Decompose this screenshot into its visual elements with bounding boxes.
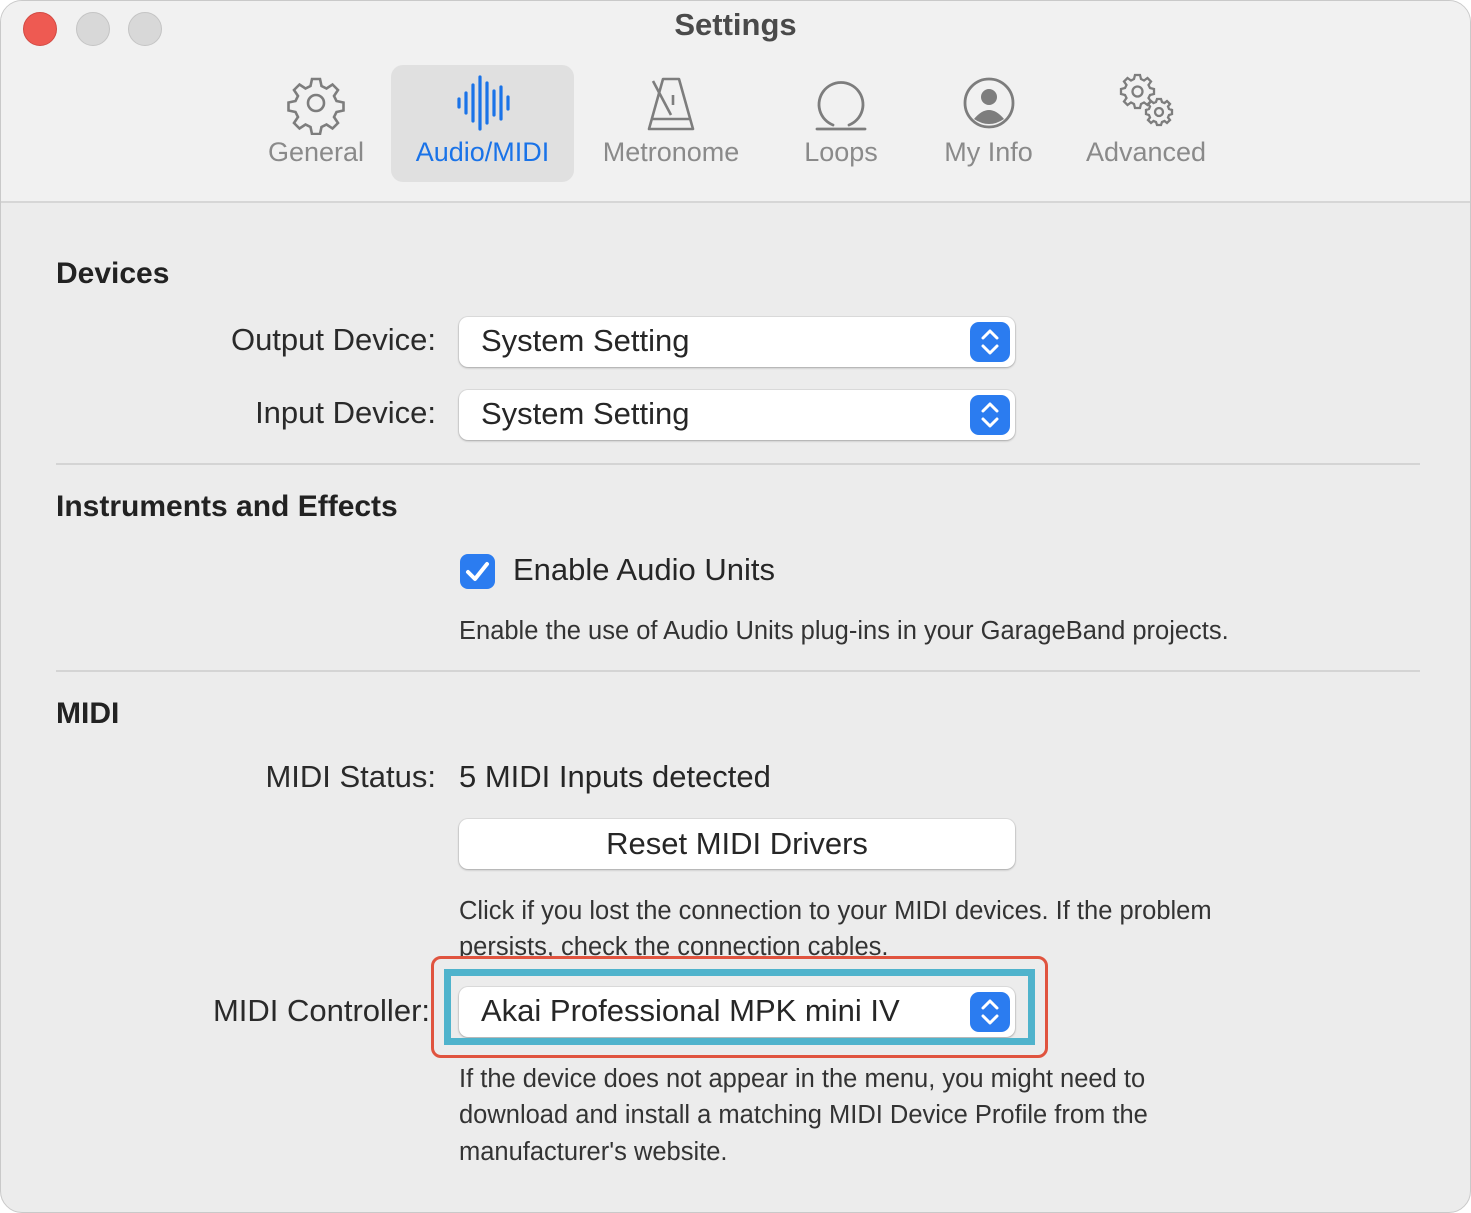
waveform-icon xyxy=(456,75,510,131)
instruments-section-title: Instruments and Effects xyxy=(56,490,398,523)
person-icon xyxy=(963,77,1014,129)
output-device-label: Output Device: xyxy=(230,322,436,357)
metronome-icon xyxy=(647,77,695,131)
toolbar: Settings General Audio/MIDI Metronome Lo… xyxy=(1,1,1470,203)
devices-section-title: Devices xyxy=(56,257,170,290)
reset-midi-drivers-button[interactable]: Reset MIDI Drivers xyxy=(459,819,1015,869)
input-device-label: Input Device: xyxy=(255,395,436,430)
chevron-up-down-icon xyxy=(970,322,1010,362)
enable-audio-units-label[interactable]: Enable Audio Units xyxy=(513,552,775,588)
midi-controller-label: MIDI Controller: xyxy=(212,993,430,1028)
tab-metronome-label: Metronome xyxy=(602,137,740,167)
tab-loops[interactable]: Loops xyxy=(786,65,896,182)
output-device-popup[interactable]: System Setting xyxy=(459,317,1015,367)
output-device-value: System Setting xyxy=(481,323,690,358)
tab-my-info[interactable]: My Info xyxy=(926,65,1051,182)
reset-help-text-line2: persists, check the connection cables. xyxy=(459,933,889,957)
tab-advanced-label: Advanced xyxy=(1085,137,1207,167)
gear-icon xyxy=(287,77,345,135)
tab-general[interactable]: General xyxy=(253,65,379,182)
input-device-popup[interactable]: System Setting xyxy=(459,390,1015,440)
highlight-box-outer xyxy=(431,956,1048,1058)
controller-help-text-line1: If the device does not appear in the men… xyxy=(459,1065,1146,1093)
enable-audio-units-checkbox[interactable] xyxy=(460,554,495,589)
controller-help-text-line2: download and install a matching MIDI Dev… xyxy=(459,1101,1148,1129)
chevron-up-down-icon xyxy=(970,395,1010,435)
tab-advanced[interactable]: Advanced xyxy=(1071,65,1221,182)
midi-status-label: MIDI Status: xyxy=(265,759,436,794)
loop-icon xyxy=(815,81,867,131)
settings-window: Settings General Audio/MIDI Metronome Lo… xyxy=(0,0,1471,1213)
input-device-value: System Setting xyxy=(481,396,690,431)
tab-general-label: General xyxy=(267,137,365,167)
gears-icon xyxy=(1119,73,1174,127)
controller-help-text-line3: manufacturer's website. xyxy=(459,1138,728,1166)
section-divider xyxy=(56,670,1420,672)
tab-audio-midi-label: Audio/MIDI xyxy=(415,137,550,167)
tab-loops-label: Loops xyxy=(804,137,878,167)
tab-my-info-label: My Info xyxy=(944,137,1033,167)
section-divider xyxy=(56,463,1420,465)
reset-help-text-line1: Click if you lost the connection to your… xyxy=(459,897,1212,925)
tab-metronome[interactable]: Metronome xyxy=(586,65,756,182)
midi-section-title: MIDI xyxy=(56,697,120,730)
tab-audio-midi[interactable]: Audio/MIDI xyxy=(391,65,574,182)
midi-status-value: 5 MIDI Inputs detected xyxy=(459,759,771,794)
audio-units-help-text: Enable the use of Audio Units plug-ins i… xyxy=(459,617,1229,645)
window-title: Settings xyxy=(674,7,797,42)
checkmark-icon xyxy=(466,562,489,581)
